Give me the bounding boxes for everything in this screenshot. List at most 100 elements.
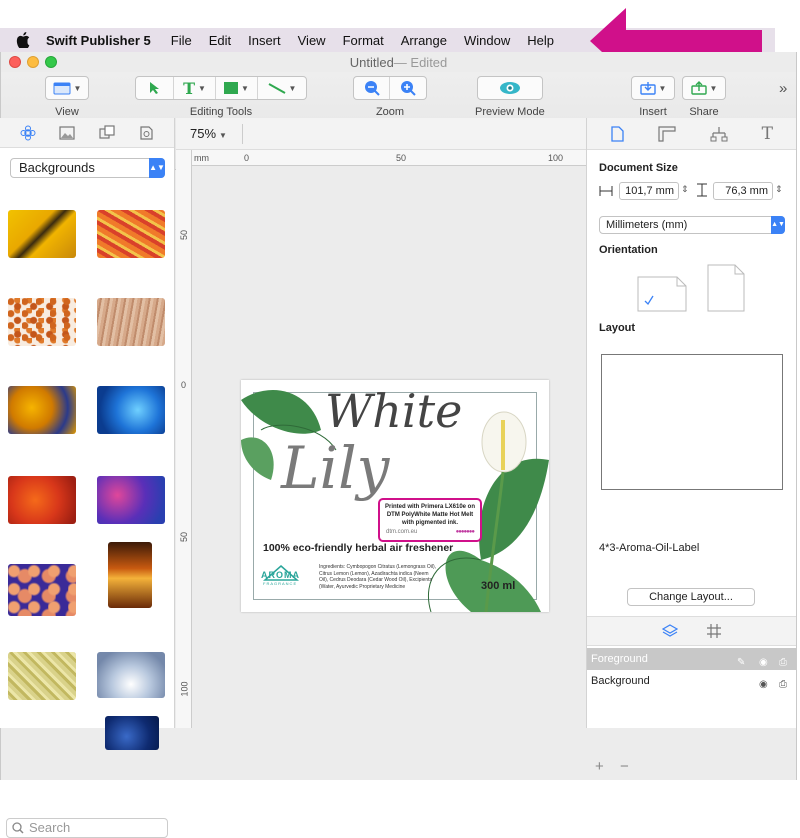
background-thumbnail[interactable] [108,542,152,608]
share-button[interactable]: ▼ [683,77,725,99]
background-thumbnail[interactable] [8,564,76,616]
line-tool-button[interactable]: ▼ [258,77,306,99]
document-width-field[interactable]: 101,7 mm [619,182,679,200]
menu-file[interactable]: File [171,33,192,48]
label-artwork[interactable]: White Lily Printed with Primera LX610e o… [241,380,549,612]
brand-name: AROMA [261,570,300,580]
orientation-landscape-option[interactable] [637,276,687,312]
add-layer-button[interactable]: + [595,758,604,775]
ruler-unit: mm [194,153,209,163]
label-title-line2: Lily [281,434,390,502]
zoom-label: Zoom [375,106,405,118]
text-tool-button[interactable]: T ▼ [174,77,216,99]
menu-view[interactable]: View [298,33,326,48]
canvas-header: 75% ▼ [176,118,586,150]
apple-icon[interactable] [14,31,32,49]
insert-button[interactable]: ▼ [632,77,674,99]
layer-name: Foreground [591,653,648,665]
orientation-title: Orientation [599,244,658,256]
tab-backgrounds-icon[interactable] [20,125,36,141]
layers-tabs [587,616,796,646]
background-thumbnail[interactable] [97,298,165,346]
tab-document-icon[interactable] [610,125,624,142]
background-thumbnail[interactable] [105,716,159,750]
layout-name: 4*3-Aroma-Oil-Label [599,542,700,554]
badge-url: dtm.com.eu [386,529,418,535]
background-thumbnail[interactable] [8,210,76,258]
eye-icon[interactable]: ◉ [759,674,768,696]
units-select[interactable]: Millimeters (mm) ▲▼ [599,216,785,234]
menu-edit[interactable]: Edit [209,33,231,48]
tab-ruler-icon[interactable] [658,125,676,142]
tab-templates-icon[interactable] [138,125,154,141]
text-tool-icon: T [183,78,195,98]
view-group: ▼ View [45,76,89,118]
menu-format[interactable]: Format [343,33,384,48]
select-tool-button[interactable] [136,77,174,99]
zoom-in-button[interactable] [390,77,426,99]
layers-icon[interactable] [661,623,678,639]
layer-row-foreground[interactable]: Foreground ✎ ◉ ⎙ [587,648,796,670]
layout-title: Layout [599,322,636,334]
menu-help[interactable]: Help [527,33,554,48]
canvas-area[interactable]: mm 0 50 100 50 0 50 100 White Lily Print… [176,150,586,728]
shape-tool-button[interactable]: ▼ [216,77,258,99]
background-thumbnail[interactable] [97,652,165,698]
brand-subtitle: FRAGRANCE [263,581,298,586]
layer-name: Background [591,675,650,687]
zoom-window-button[interactable] [45,56,57,68]
tab-arrange-icon[interactable] [710,126,728,142]
library-category-select[interactable]: Backgrounds ▲▼ [10,158,165,178]
share-group: ▼ Share [682,76,726,118]
background-thumbnail[interactable] [8,298,76,346]
printer-icon[interactable]: ⎙ [779,674,787,696]
tab-text-icon[interactable]: T [762,124,773,144]
tab-shapes-icon[interactable] [99,124,115,141]
library-search-input[interactable]: Search [6,818,168,838]
height-stepper-icon[interactable]: ⇕ [775,184,783,195]
tab-images-icon[interactable] [59,125,75,140]
layer-row-background[interactable]: Background ◉ ⎙ [587,670,796,692]
zoom-out-button[interactable] [354,77,390,99]
background-thumbnail[interactable] [97,476,165,524]
zoom-select[interactable]: 75% ▼ [190,126,227,141]
document-height-field[interactable]: 76,3 mm [713,182,773,200]
window-title-suffix: — Edited [393,54,448,70]
chevron-down-icon: ▼ [219,131,227,140]
background-thumbnail[interactable] [97,386,165,434]
grid-icon[interactable] [706,623,722,639]
layer-add-remove: + − [595,758,629,775]
preview-mode-button[interactable] [478,77,542,99]
rectangle-shape-icon [224,82,239,94]
background-thumbnail[interactable] [97,210,165,258]
ink-dots: ●●●●●●● [455,529,475,535]
menu-arrange[interactable]: Arrange [401,33,447,48]
change-layout-button[interactable]: Change Layout... [627,588,755,606]
close-window-button[interactable] [9,56,21,68]
background-thumbnail[interactable] [8,476,76,524]
volume-text: 300 ml [481,580,516,592]
printed-with-badge: Printed with Primera LX610e on DTM PolyW… [378,498,482,542]
library-category-value: Backgrounds [19,160,95,175]
search-icon [12,822,24,834]
insert-icon [639,82,656,95]
menu-insert[interactable]: Insert [248,33,281,48]
toolbar-overflow-button[interactable]: » [779,80,787,97]
background-thumbnail[interactable] [8,386,76,434]
background-thumbnail[interactable] [8,652,76,700]
orientation-portrait-option[interactable] [707,264,745,312]
line-tool-icon [268,83,286,94]
insert-label: Insert [639,106,667,118]
menu-window[interactable]: Window [464,33,510,48]
menu-app-name[interactable]: Swift Publisher 5 [46,33,151,48]
view-label: View [55,106,79,118]
minimize-window-button[interactable] [27,56,39,68]
width-stepper-icon[interactable]: ⇕ [681,184,689,195]
ruler-tick: 0 [244,153,250,163]
badge-line1: Printed with Primera LX610e on [384,504,476,510]
zoom-value: 75% [190,126,217,141]
view-button[interactable]: ▼ [46,77,88,99]
label-tagline: 100% eco-friendly herbal air freshener [263,542,454,554]
remove-layer-button[interactable]: − [620,758,629,775]
vertical-ruler: 50 0 50 100 [176,150,192,728]
